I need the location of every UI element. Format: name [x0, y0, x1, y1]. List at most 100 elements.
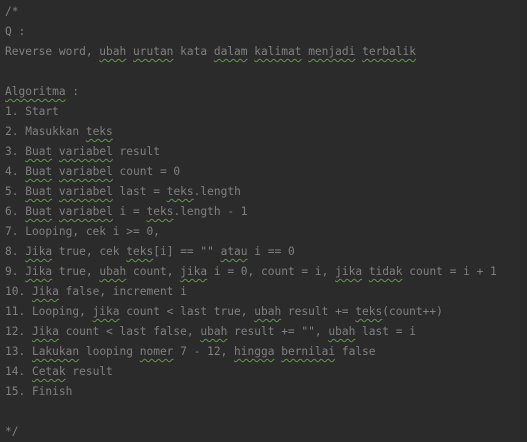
comment-text: false, increment i: [58, 285, 187, 298]
comment-text: 7. Looping, cek i >= 0,: [5, 225, 160, 238]
comment-text: 7 - 12,: [173, 345, 235, 358]
spellcheck-word: jika: [335, 265, 363, 278]
comment-text: [52, 205, 59, 218]
comment-text: last = i: [355, 325, 416, 338]
comment-text: 3.: [5, 145, 26, 158]
comment-text: */: [5, 425, 19, 438]
spellcheck-word: menjadi: [308, 45, 356, 58]
comment-line[interactable]: 3. Buat variabel result: [5, 142, 527, 162]
comment-text: .length - 1: [173, 205, 248, 218]
spellcheck-word: teks: [126, 245, 154, 258]
comment-line[interactable]: Reverse word, ubah urutan kata dalam kal…: [5, 42, 527, 62]
comment-text: 15. Finish: [5, 385, 73, 398]
comment-line[interactable]: 5. Buat variabel last = teks.length: [5, 182, 527, 202]
comment-text: 6.: [5, 205, 26, 218]
spellcheck-word: teks: [166, 185, 194, 198]
comment-line[interactable]: 2. Masukkan teks: [5, 122, 527, 142]
spellcheck-word: Buat: [25, 205, 53, 218]
comment-text: Q :: [5, 25, 26, 38]
comment-line[interactable]: 1. Start: [5, 102, 527, 122]
comment-text: i == 0: [247, 245, 295, 258]
comment-text: result += "",: [227, 325, 329, 338]
comment-line[interactable]: 11. Looping, jika count < last true, uba…: [5, 302, 527, 322]
spellcheck-word: ubah: [200, 325, 228, 338]
comment-text: kata: [173, 45, 214, 58]
spellcheck-word: hingga: [234, 345, 275, 358]
comment-text: Reverse word,: [5, 45, 100, 58]
spellcheck-word: urutan: [133, 45, 174, 58]
spellcheck-word: ubah: [99, 45, 127, 58]
spellcheck-word: variabel: [58, 165, 113, 178]
spellcheck-word: Buat: [25, 165, 53, 178]
comment-line[interactable]: 12. Jika count < last false, ubah result…: [5, 322, 527, 342]
comment-line[interactable]: 4. Buat variabel count = 0: [5, 162, 527, 182]
comment-line[interactable]: 14. Cetak result: [5, 362, 527, 382]
comment-line[interactable]: /*: [5, 2, 527, 22]
comment-line[interactable]: Algoritma :: [5, 82, 527, 102]
comment-line[interactable]: 8. Jika true, cek teks[i] == "" atau i =…: [5, 242, 527, 262]
spellcheck-word: terbalik: [362, 45, 416, 58]
spellcheck-word: ubah: [99, 265, 127, 278]
comment-text: result: [112, 145, 160, 158]
comment-text: result: [65, 365, 113, 378]
spellcheck-word: bernilai: [281, 345, 336, 358]
comment-text: 11. Looping,: [5, 305, 93, 318]
comment-text: 13.: [5, 345, 32, 358]
comment-text: 1. Start: [5, 105, 59, 118]
comment-line[interactable]: 10. Jika false, increment i: [5, 282, 527, 302]
comment-text: count = i + 1: [402, 265, 497, 278]
spellcheck-word: Buat: [25, 145, 53, 158]
comment-line[interactable]: Q :: [5, 22, 527, 42]
comment-text: 14.: [5, 365, 32, 378]
spellcheck-word: Lakukan: [31, 345, 80, 358]
comment-text: /*: [5, 5, 19, 18]
comment-line[interactable]: [5, 62, 527, 82]
comment-line[interactable]: 15. Finish: [5, 382, 527, 402]
spellcheck-word: nomer: [139, 345, 174, 358]
spellcheck-word: teks: [146, 205, 174, 218]
comment-text: result +=: [281, 305, 356, 318]
spellcheck-word: ubah: [328, 325, 356, 338]
spellcheck-word: Jika: [31, 285, 59, 298]
comment-text: last =: [112, 185, 167, 198]
spellcheck-word: jika: [180, 265, 208, 278]
spellcheck-word: jika: [92, 305, 120, 318]
comment-text: [52, 145, 59, 158]
comment-text: 4.: [5, 165, 26, 178]
comment-text: 9.: [5, 265, 26, 278]
spellcheck-word: ubah: [254, 305, 282, 318]
comment-text: [126, 45, 133, 58]
comment-text: true, cek: [52, 245, 127, 258]
comment-text: 8.: [5, 245, 26, 258]
comment-text: [52, 185, 59, 198]
comment-line[interactable]: 6. Buat variabel i = teks.length - 1: [5, 202, 527, 222]
comment-line[interactable]: */: [5, 422, 527, 442]
comment-line[interactable]: 13. Lakukan looping nomer 7 - 12, hingga…: [5, 342, 527, 362]
spellcheck-word: teks: [355, 305, 383, 318]
comment-text: 5.: [5, 185, 26, 198]
comment-text: count < last true,: [119, 305, 255, 318]
spellcheck-word: kalimat: [254, 45, 302, 58]
code-editor[interactable]: /* Q : Reverse word, ubah urutan kata dala…: [0, 0, 527, 442]
spellcheck-word: teks: [85, 125, 113, 138]
spellcheck-word: Buat: [25, 185, 53, 198]
comment-line[interactable]: 9. Jika true, ubah count, jika i = 0, co…: [5, 262, 527, 282]
spellcheck-word: tidak: [368, 265, 403, 278]
comment-text: looping: [79, 345, 140, 358]
comment-text: false: [335, 345, 376, 358]
comment-text: i = 0, count = i,: [207, 265, 336, 278]
spellcheck-word: dalam: [213, 45, 248, 58]
comment-text: [i] == "": [153, 245, 221, 258]
comment-line[interactable]: [5, 402, 527, 422]
spellcheck-word: Jika: [25, 245, 53, 258]
comment-text: true,: [52, 265, 100, 278]
spellcheck-word: Cetak: [31, 365, 66, 378]
comment-text: (count++): [382, 305, 443, 318]
spellcheck-word: variabel: [58, 145, 113, 158]
comment-text: .length: [193, 185, 241, 198]
comment-text: :: [65, 85, 80, 98]
comment-text: count,: [126, 265, 181, 278]
comment-line[interactable]: 7. Looping, cek i >= 0,: [5, 222, 527, 242]
comment-text: [362, 265, 369, 278]
spellcheck-word: variabel: [58, 205, 113, 218]
